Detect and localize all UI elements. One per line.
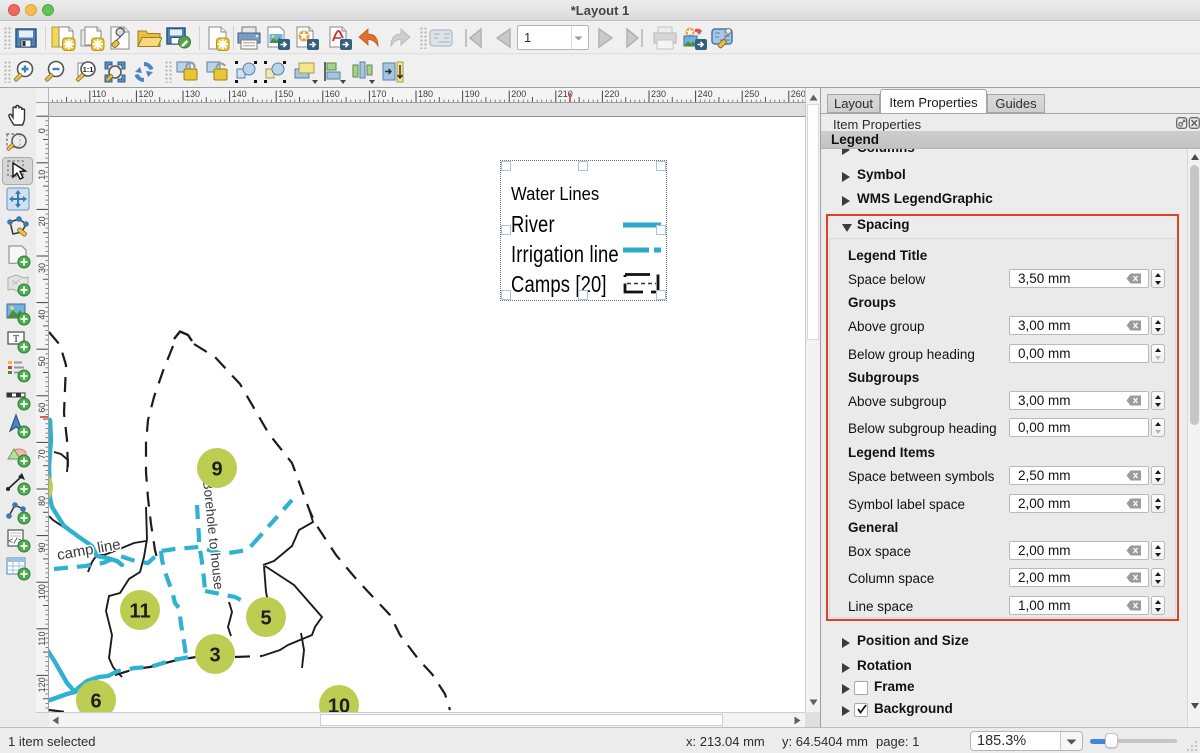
svg-text:160: 160 xyxy=(325,89,340,99)
svg-text:250: 250 xyxy=(744,89,759,99)
svg-text:230: 230 xyxy=(651,89,666,99)
svg-text:10: 10 xyxy=(37,170,47,180)
svg-text:20: 20 xyxy=(37,216,47,226)
svg-text:190: 190 xyxy=(465,89,480,99)
svg-text:60: 60 xyxy=(37,403,47,413)
svg-text:120: 120 xyxy=(138,89,153,99)
svg-text:6: 6 xyxy=(90,691,101,713)
svg-text:50: 50 xyxy=(37,356,47,366)
svg-text:70: 70 xyxy=(37,449,47,459)
svg-text:9: 9 xyxy=(211,459,222,481)
svg-text:80: 80 xyxy=(37,496,47,506)
svg-text:200: 200 xyxy=(511,89,526,99)
svg-text:3: 3 xyxy=(209,645,220,667)
svg-text:11: 11 xyxy=(129,601,150,623)
svg-text:170: 170 xyxy=(371,89,386,99)
svg-text:140: 140 xyxy=(232,89,247,99)
svg-text:T: T xyxy=(13,334,19,345)
svg-text:30: 30 xyxy=(37,263,47,273)
svg-text:1:1: 1:1 xyxy=(83,65,94,74)
svg-text:150: 150 xyxy=(278,89,293,99)
svg-text:110: 110 xyxy=(92,89,106,99)
svg-text:10: 10 xyxy=(328,696,350,713)
svg-text:90: 90 xyxy=(37,543,47,553)
svg-text:260: 260 xyxy=(791,89,806,99)
svg-text:180: 180 xyxy=(418,89,433,99)
svg-text:5: 5 xyxy=(260,608,271,630)
svg-text:220: 220 xyxy=(604,89,619,99)
svg-text:0: 0 xyxy=(37,128,47,133)
svg-text:40: 40 xyxy=(37,310,47,320)
svg-text:130: 130 xyxy=(185,89,200,99)
svg-text:240: 240 xyxy=(698,89,713,99)
